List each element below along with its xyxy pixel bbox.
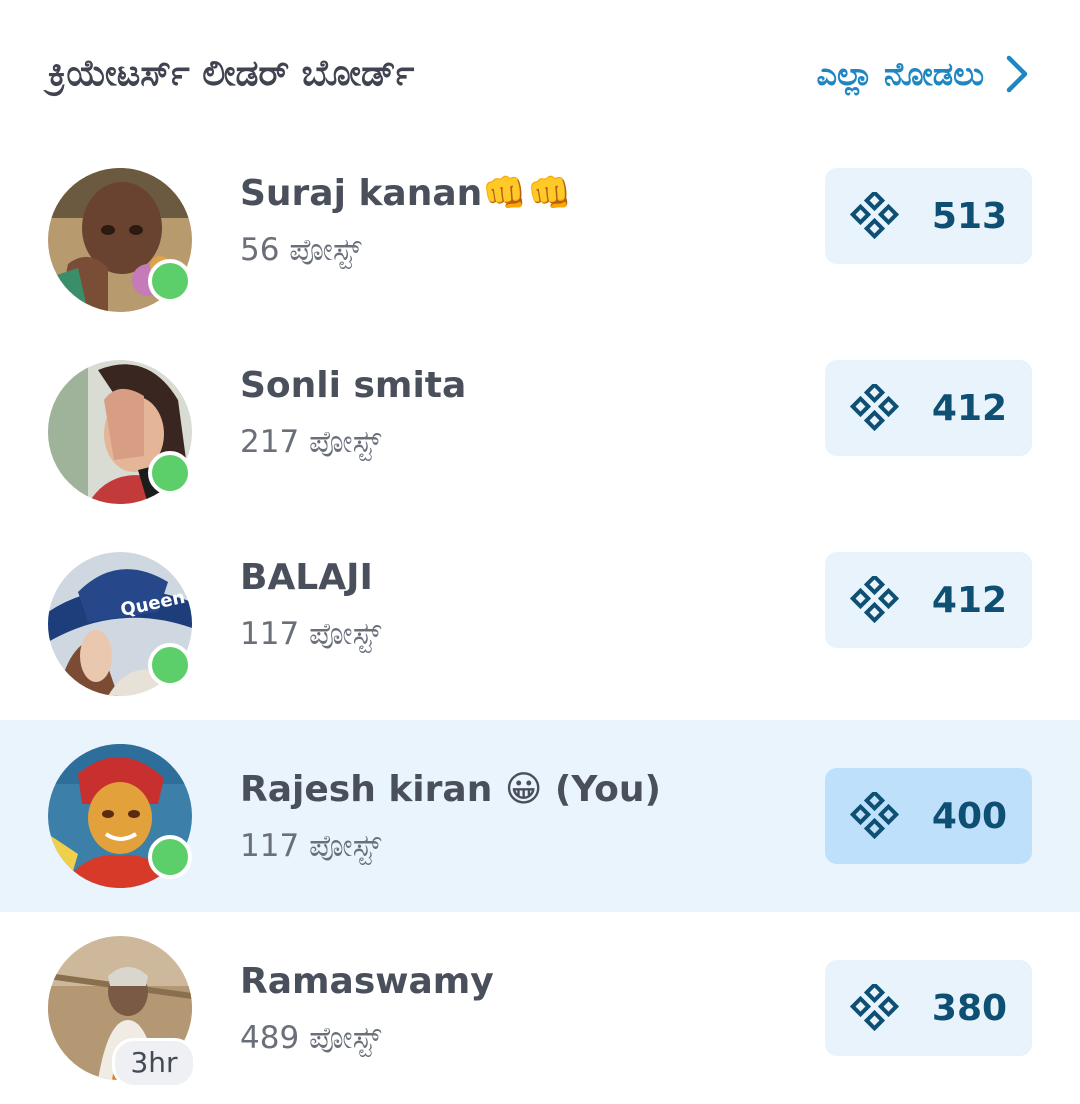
leaderboard-row-current-user[interactable]: Rajesh kiran 😀 (You) 117 ಪೋಸ್ಟ್ 400 — [0, 720, 1080, 912]
knot-icon — [849, 984, 900, 1032]
leaderboard-row[interactable]: Sonli smita 217 ಪೋಸ್ಟ್ 412 — [0, 312, 1080, 504]
creator-name[interactable]: BALAJI — [240, 552, 373, 604]
knot-icon — [849, 384, 900, 432]
chevron-right-icon — [1006, 55, 1028, 93]
leaderboard-title: ಕ್ರಿಯೇಟರ್ಸ್ ಲೀಡರ್ ಬೋರ್ಡ್ — [48, 53, 415, 94]
creator-name[interactable]: Sonli smita — [240, 360, 466, 412]
score-value: 412 — [931, 579, 1008, 621]
score-value: 513 — [931, 195, 1008, 237]
leaderboard-row[interactable]: Suraj kanan👊👊 56 ಪೋಸ್ಟ್ 513 — [0, 120, 1080, 312]
see-all-label: ಎಲ್ಲಾ ನೋಡಲು — [816, 54, 984, 93]
score-value: 380 — [931, 987, 1008, 1029]
score-value: 400 — [931, 795, 1008, 837]
last-active-badge: 3hr — [112, 1038, 196, 1088]
post-count: 117 ಪೋಸ್ಟ್ — [240, 828, 382, 864]
score-badge: 412 — [825, 552, 1032, 648]
post-count: 117 ಪೋಸ್ಟ್ — [240, 616, 382, 652]
post-count: 56 ಪೋಸ್ಟ್ — [240, 232, 362, 268]
score-value: 412 — [931, 387, 1008, 429]
knot-icon — [849, 576, 900, 624]
score-badge: 412 — [825, 360, 1032, 456]
knot-icon — [849, 792, 900, 840]
score-badge: 380 — [825, 960, 1032, 1056]
score-badge: 513 — [825, 168, 1032, 264]
score-badge: 400 — [825, 768, 1032, 864]
leaderboard-row[interactable]: Queen BALAJI 117 ಪೋಸ್ಟ್ 412 — [0, 504, 1080, 696]
online-status-dot — [148, 451, 192, 495]
knot-icon — [849, 192, 900, 240]
post-count: 217 ಪೋಸ್ಟ್ — [240, 424, 382, 460]
creator-name[interactable]: Suraj kanan👊👊 — [240, 168, 572, 220]
creator-name[interactable]: Ramaswamy — [240, 956, 494, 1008]
online-status-dot — [148, 835, 192, 879]
online-status-dot — [148, 643, 192, 687]
online-status-dot — [148, 259, 192, 303]
see-all-link[interactable]: ಎಲ್ಲಾ ನೋಡಲು — [816, 48, 1030, 100]
creator-name[interactable]: Rajesh kiran 😀 (You) — [240, 764, 661, 816]
post-count: 489 ಪೋಸ್ಟ್ — [240, 1020, 382, 1056]
leaderboard-row[interactable]: 3hr Ramaswamy 489 ಪೋಸ್ಟ್ 380 — [0, 912, 1080, 1104]
